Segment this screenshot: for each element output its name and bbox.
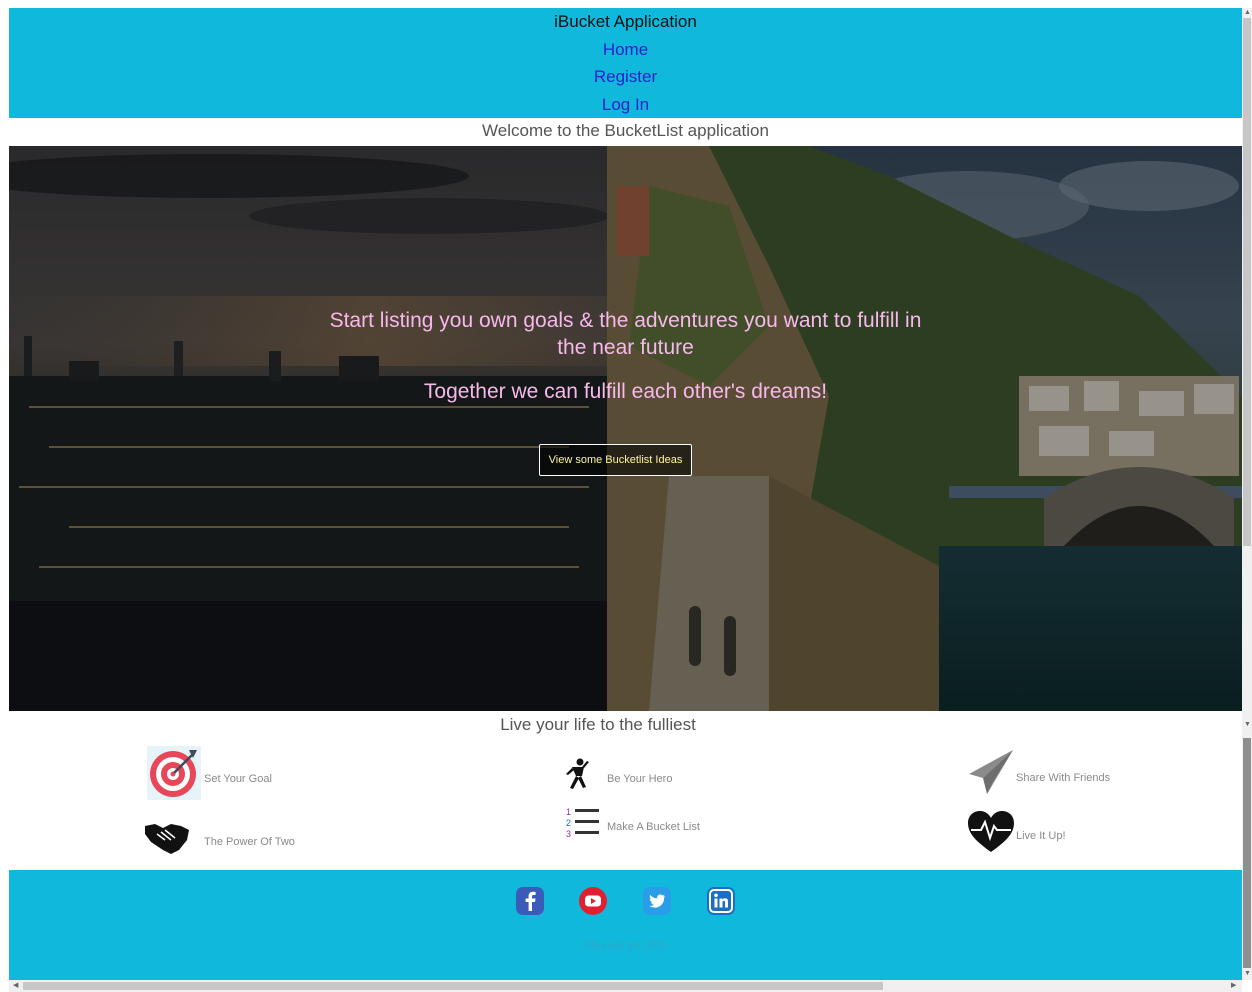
copyright-text: ©Bucket list 2020 <box>582 940 669 952</box>
paper-plane-icon <box>969 750 1013 794</box>
facebook-icon[interactable] <box>515 886 545 916</box>
handshake-icon <box>145 824 189 854</box>
view-bucketlist-ideas-button[interactable]: View some Bucketlist Ideas <box>539 444 692 476</box>
svg-text:1: 1 <box>566 807 571 817</box>
site-footer: ©Bucket list 2020 <box>9 870 1242 980</box>
linkedin-icon[interactable] <box>706 886 736 916</box>
horizontal-scrollbar[interactable]: ◀ ▶ <box>9 980 1242 992</box>
feature-set-your-goal-label: Set Your Goal <box>204 773 272 785</box>
hero-headline-continued: the near future <box>557 336 694 359</box>
hero-background-image <box>9 146 1242 711</box>
scroll-right-arrow-icon[interactable]: ▶ <box>1231 982 1236 990</box>
hero-banner: Start listing you own goals & the advent… <box>9 146 1242 711</box>
scroll-down-arrow-icon-2[interactable]: ▼ <box>1244 970 1251 978</box>
svg-text:3: 3 <box>566 829 571 839</box>
site-header: iBucket Application Home Register Log In <box>9 8 1242 118</box>
twitter-icon[interactable] <box>642 886 672 916</box>
scroll-left-arrow-icon[interactable]: ◀ <box>13 982 18 990</box>
hero-subheadline: Together we can fulfill each other's dre… <box>423 380 828 403</box>
scroll-up-arrow-icon[interactable]: ▲ <box>1244 9 1251 17</box>
hero-icon <box>566 758 589 789</box>
welcome-heading: Welcome to the BucketList application <box>482 121 769 140</box>
feature-power-of-two-label: The Power Of Two <box>204 836 295 848</box>
svg-text:2: 2 <box>566 818 571 828</box>
nav-register-link[interactable]: Register <box>9 67 1242 87</box>
hero-headline: Start listing you own goals & the advent… <box>329 309 922 332</box>
vertical-scrollbar[interactable]: ▲ ▼ ▼ <box>1242 8 1252 980</box>
target-icon <box>147 746 201 800</box>
app-title: iBucket Application <box>554 12 697 31</box>
inner-scroll-thumb[interactable] <box>1243 738 1251 968</box>
horizontal-scroll-thumb[interactable] <box>23 982 883 990</box>
feature-share-with-friends-label: Share With Friends <box>1016 772 1111 784</box>
features-tagline: Live your life to the fulliest <box>500 715 696 734</box>
nav-home-link[interactable]: Home <box>9 40 1242 60</box>
feature-live-it-up-label: Live It Up! <box>1016 830 1066 842</box>
feature-be-your-hero-label: Be Your Hero <box>607 773 673 785</box>
scroll-down-arrow-icon[interactable]: ▼ <box>1244 721 1251 729</box>
vertical-scroll-thumb[interactable] <box>1243 18 1251 546</box>
feature-make-bucket-list-label: Make A Bucket List <box>607 821 700 833</box>
page: iBucket Application Home Register Log In… <box>9 8 1242 980</box>
numbered-list-icon: 1 2 3 <box>566 807 599 839</box>
nav-login-link[interactable]: Log In <box>9 95 1242 115</box>
heartbeat-icon <box>968 811 1014 852</box>
youtube-icon[interactable] <box>578 886 608 916</box>
